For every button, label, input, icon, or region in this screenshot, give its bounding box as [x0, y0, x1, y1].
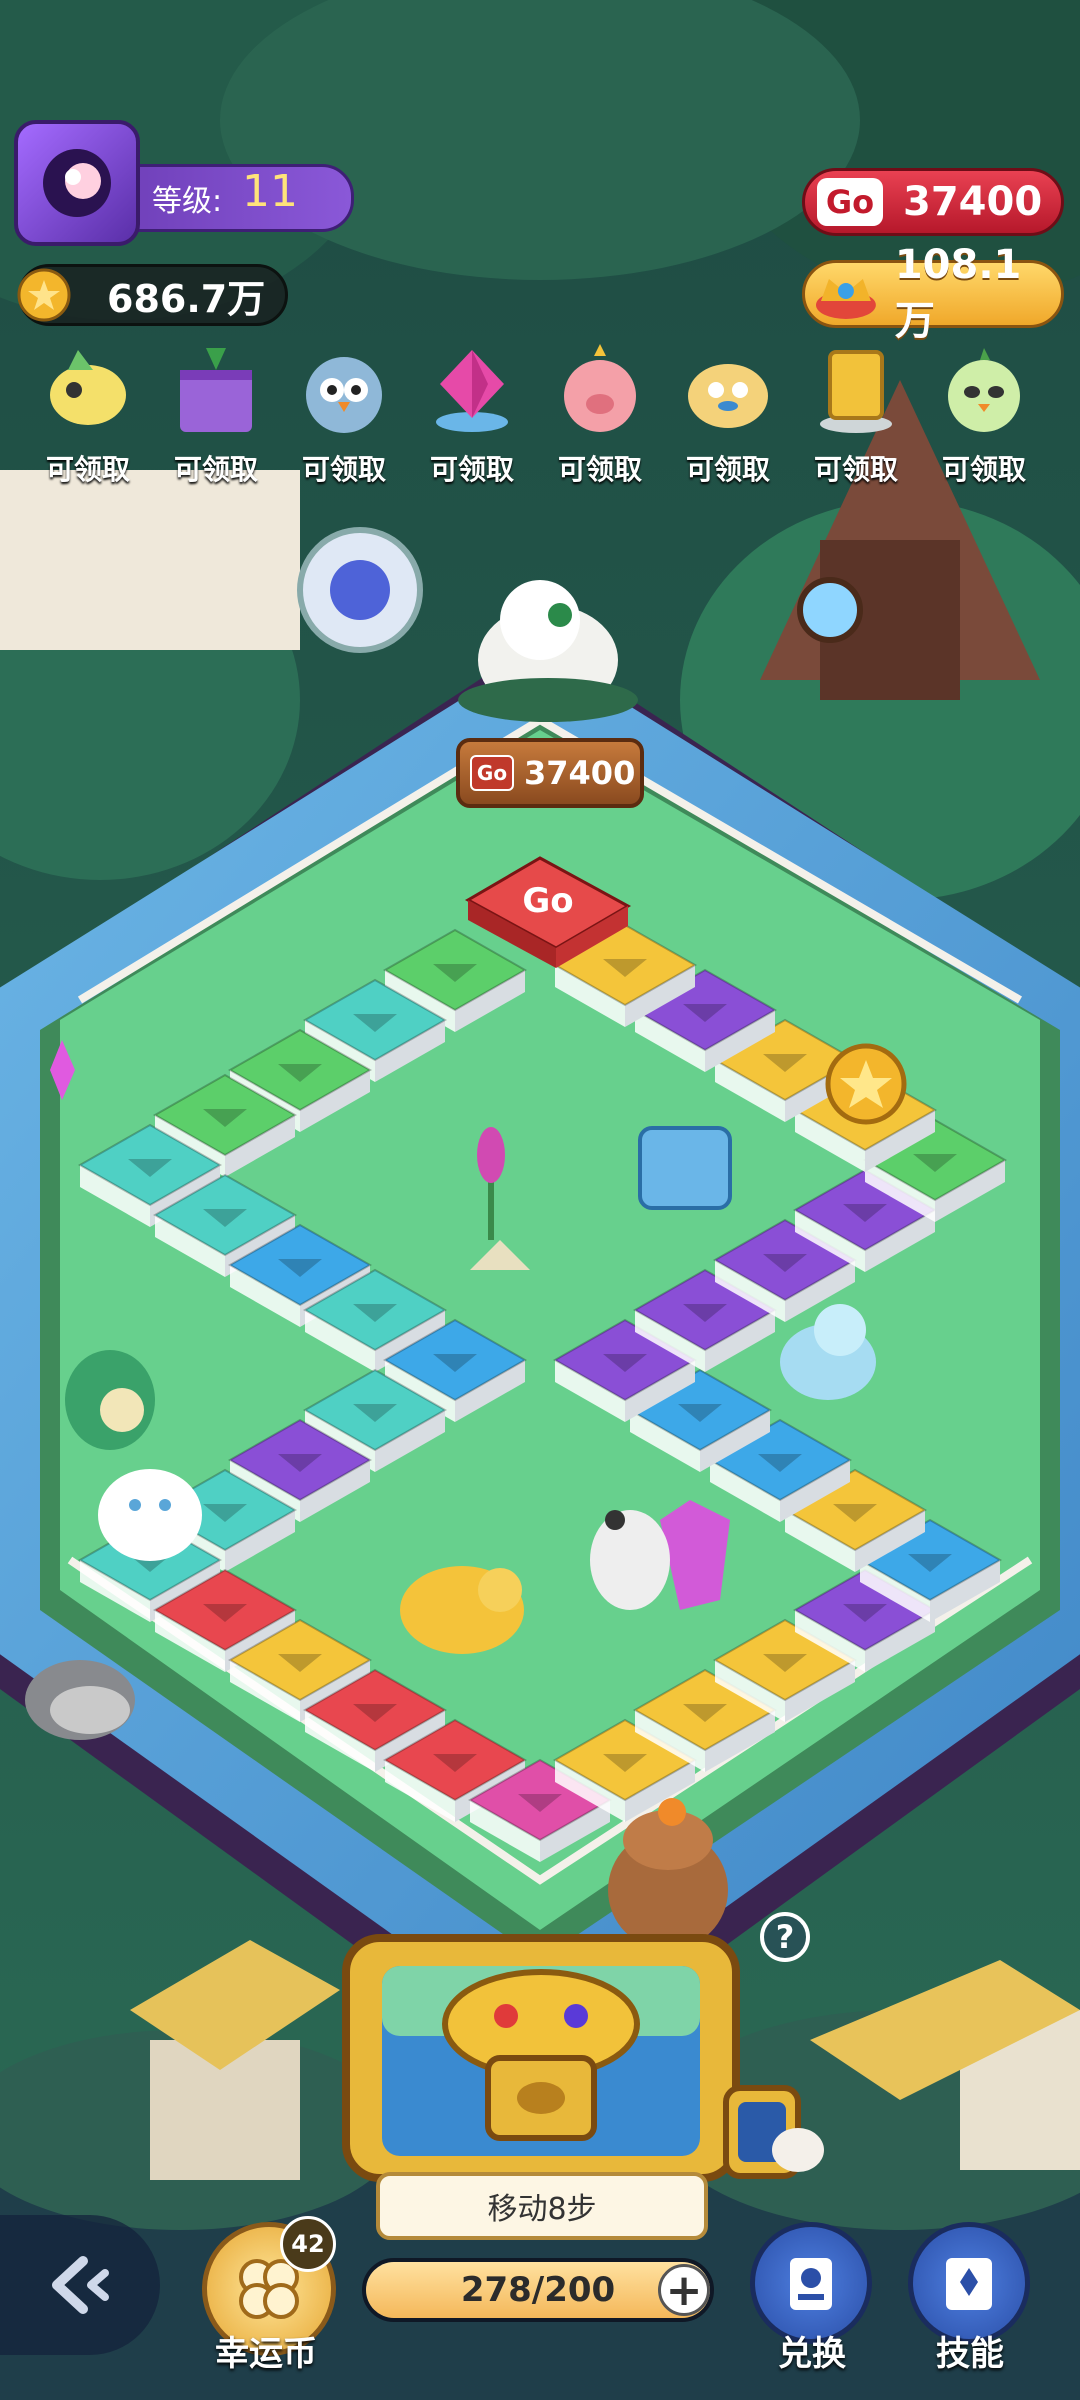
pig-pet-icon	[564, 344, 636, 432]
ghost-blob	[98, 1469, 202, 1561]
level-panel[interactable]: 等级: 11	[14, 120, 354, 246]
go-value: 37400	[903, 179, 1043, 225]
reward-item-3[interactable]: 可领取	[286, 340, 402, 490]
owl-pet-icon	[306, 357, 382, 433]
gem-value: 108.1万	[894, 242, 1022, 344]
skill-label: 技能	[936, 2334, 1004, 2374]
level-value: 11	[242, 166, 298, 217]
auto-roll-button[interactable]	[722, 2084, 826, 2184]
help-button[interactable]: ?	[760, 1912, 810, 1962]
go-balance[interactable]: Go 37400	[802, 168, 1064, 236]
reward-label: 可领取	[813, 453, 898, 486]
reward-item-2[interactable]: 可领取	[158, 340, 274, 490]
pink-gem-icon	[436, 350, 508, 432]
go-sign-value: 37400	[524, 754, 636, 792]
level-label: 等级:	[152, 184, 223, 219]
pufferfish-pet-icon	[688, 364, 768, 428]
exchange-label: 兑换	[778, 2334, 846, 2374]
go-currency-icon: Go	[817, 178, 883, 226]
go-sign-badge: Go	[470, 755, 514, 791]
gem-crown-icon	[815, 279, 876, 319]
back-button[interactable]	[0, 2215, 160, 2355]
spellbook-icon	[180, 348, 252, 432]
coin-value: 686.7万	[107, 276, 266, 321]
reward-list: 可领取 可领取 可领取 可领取 可领取 可领取 可领取 可领取	[30, 340, 1070, 490]
reward-item-5[interactable]: 可领取	[542, 340, 658, 490]
skill-book-icon	[946, 2258, 992, 2310]
player-avatar[interactable]	[14, 120, 140, 246]
hand-pointer-icon	[772, 2128, 824, 2172]
go-reward-sign[interactable]: Go 37400	[456, 738, 644, 808]
dice-chest[interactable]	[336, 1918, 746, 2188]
reward-item-1[interactable]: 可领取	[30, 340, 146, 490]
moon-avatar-icon	[43, 149, 111, 217]
reward-label: 可领取	[557, 453, 642, 486]
gold-card-icon	[820, 350, 892, 433]
reward-label: 可领取	[173, 453, 258, 486]
gold-pig	[400, 1566, 524, 1654]
reward-item-8[interactable]: 可领取	[926, 340, 1042, 490]
reward-label: 可领取	[685, 453, 770, 486]
go-tile-label: Go	[522, 881, 573, 921]
coin-balance[interactable]: 686.7万	[17, 264, 288, 326]
fish-pet-icon	[50, 350, 126, 425]
reward-item-6[interactable]: 可领取	[670, 340, 786, 490]
lucky-coin-label: 幸运币	[215, 2334, 317, 2374]
reward-label: 可领取	[301, 453, 386, 486]
lucky-coin-count-badge: 42	[280, 2216, 336, 2272]
otter	[25, 1660, 135, 1740]
move-steps-label: 移动8步	[376, 2172, 708, 2240]
reward-item-7[interactable]: 可领取	[798, 340, 914, 490]
panda	[590, 1510, 670, 1610]
chick-pet-icon	[948, 348, 1020, 432]
fish-statue	[65, 1350, 155, 1450]
reward-label: 可领取	[45, 453, 130, 486]
gem-balance[interactable]: 108.1万	[802, 242, 1064, 344]
ice-cube-sprout	[638, 1126, 732, 1210]
exchange-icon	[790, 2258, 832, 2310]
gold-coin-icon	[17, 268, 71, 322]
add-energy-button[interactable]: +	[658, 2264, 710, 2316]
double-chevron-left-icon	[52, 2256, 109, 2314]
gold-star-coin	[825, 1043, 907, 1125]
reward-item-4[interactable]: 可领取	[414, 340, 530, 490]
reward-label: 可领取	[941, 453, 1026, 486]
reward-label: 可领取	[429, 453, 514, 486]
